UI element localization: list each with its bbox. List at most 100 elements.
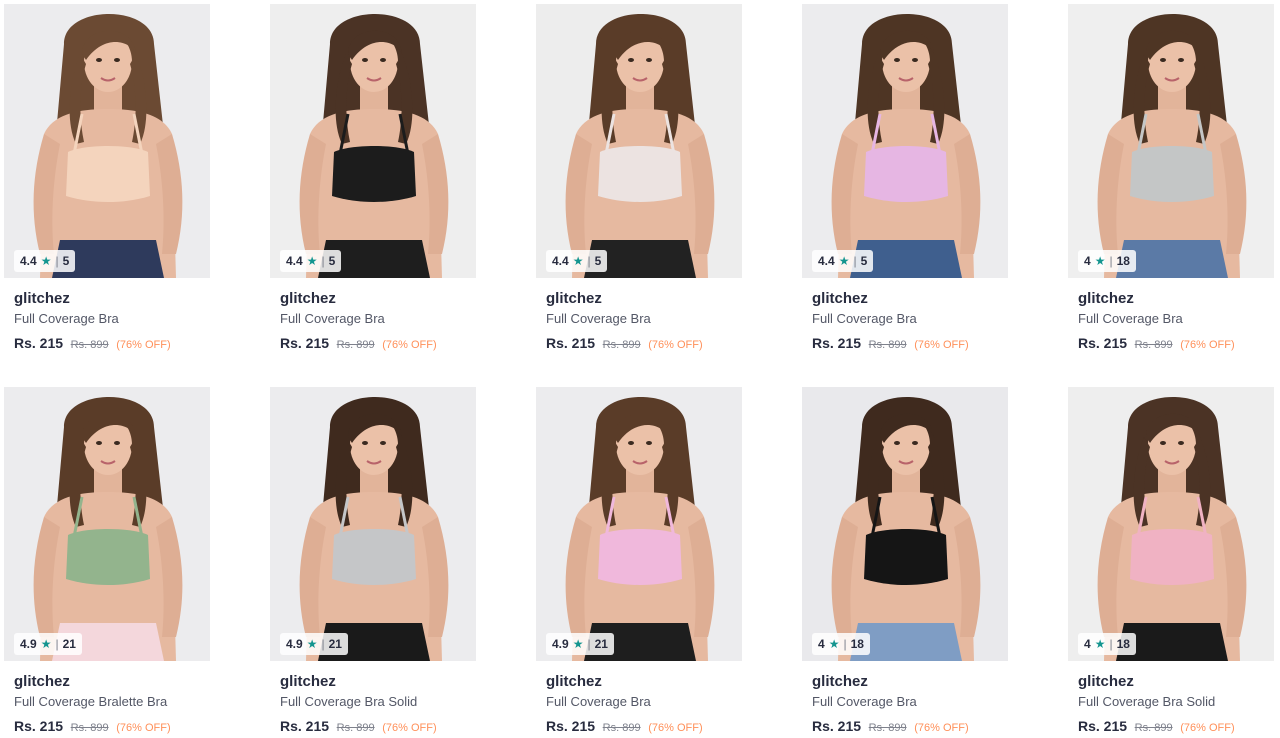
product-card[interactable]: 4.9 ★ | 21 glitchez Full Coverage Bra So… [270,387,480,734]
product-card[interactable]: 4.4 ★ | 5 glitchez Full Coverage Bra Rs.… [4,4,214,351]
rating-value: 4.9 [286,637,303,651]
product-card[interactable]: 4.9 ★ | 21 glitchez Full Coverage Bralet… [4,387,214,734]
product-name: Full Coverage Bra [546,311,651,326]
rating-count: 5 [594,254,602,268]
product-card[interactable]: 4 ★ | 18 glitchez Full Coverage Bra Soli… [1068,387,1278,734]
rating-value: 4 [818,637,825,651]
product-image[interactable]: 4.4 ★ | 5 [536,4,742,278]
product-image[interactable]: 4.4 ★ | 5 [4,4,210,278]
product-name: Full Coverage Bra [812,694,917,709]
rating-separator: | [587,637,591,651]
price-row: Rs. 215 Rs. 899 (76% OFF) [14,718,214,734]
product-mrp: Rs. 899 [1134,339,1173,351]
product-mrp: Rs. 899 [1134,722,1173,734]
product-name: Full Coverage Bra [812,311,917,326]
product-price: Rs. 215 [1078,335,1128,351]
star-icon: ★ [1094,254,1106,268]
star-icon: ★ [838,254,850,268]
rating-value: 4 [1084,637,1091,651]
product-price: Rs. 215 [1078,718,1128,734]
rating-count: 21 [62,637,76,651]
product-brand: glitchez [812,673,868,690]
product-image[interactable]: 4 ★ | 18 [802,387,1008,661]
product-discount: (76% OFF) [1180,339,1235,351]
rating-count: 5 [328,254,336,268]
rating-badge: 4.9 ★ | 21 [14,633,82,655]
product-discount: (76% OFF) [116,339,171,351]
price-row: Rs. 215 Rs. 899 (76% OFF) [1078,335,1278,351]
rating-count: 18 [850,637,864,651]
rating-separator: | [321,637,325,651]
product-price: Rs. 215 [280,335,330,351]
product-brand: glitchez [546,673,602,690]
rating-separator: | [853,254,857,268]
rating-badge: 4.9 ★ | 21 [280,633,348,655]
model-illustration [536,4,742,278]
product-image[interactable]: 4.9 ★ | 21 [270,387,476,661]
product-brand: glitchez [14,673,70,690]
product-image[interactable]: 4.4 ★ | 5 [802,4,1008,278]
product-discount: (76% OFF) [116,722,171,734]
product-mrp: Rs. 899 [602,722,641,734]
model-illustration [536,387,742,661]
product-mrp: Rs. 899 [70,339,109,351]
star-icon: ★ [1094,637,1106,651]
product-grid: 4.4 ★ | 5 glitchez Full Coverage Bra Rs.… [0,0,1280,738]
price-row: Rs. 215 Rs. 899 (76% OFF) [1078,718,1278,734]
rating-value: 4 [1084,254,1091,268]
product-name: Full Coverage Bra [280,311,385,326]
product-card[interactable]: 4.4 ★ | 5 glitchez Full Coverage Bra Rs.… [536,4,746,351]
rating-count: 5 [860,254,868,268]
product-mrp: Rs. 899 [868,722,907,734]
rating-badge: 4 ★ | 18 [812,633,870,655]
rating-separator: | [1109,637,1113,651]
rating-value: 4.9 [552,637,569,651]
product-discount: (76% OFF) [648,339,703,351]
model-illustration [4,4,210,278]
rating-separator: | [321,254,325,268]
product-card[interactable]: 4.4 ★ | 5 glitchez Full Coverage Bra Rs.… [270,4,480,351]
product-card[interactable]: 4 ★ | 18 glitchez Full Coverage Bra Rs. … [802,387,1012,734]
product-brand: glitchez [1078,290,1134,307]
product-price: Rs. 215 [14,718,64,734]
product-card[interactable]: 4.9 ★ | 21 glitchez Full Coverage Bra Rs… [536,387,746,734]
product-card[interactable]: 4.4 ★ | 5 glitchez Full Coverage Bra Rs.… [802,4,1012,351]
price-row: Rs. 215 Rs. 899 (76% OFF) [812,335,1012,351]
product-mrp: Rs. 899 [70,722,109,734]
rating-separator: | [843,637,847,651]
product-image[interactable]: 4.9 ★ | 21 [536,387,742,661]
rating-separator: | [55,637,59,651]
rating-count: 21 [328,637,342,651]
product-discount: (76% OFF) [1180,722,1235,734]
price-row: Rs. 215 Rs. 899 (76% OFF) [812,718,1012,734]
product-image[interactable]: 4 ★ | 18 [1068,387,1274,661]
rating-badge: 4.9 ★ | 21 [546,633,614,655]
product-brand: glitchez [280,673,336,690]
price-row: Rs. 215 Rs. 899 (76% OFF) [280,718,480,734]
product-image[interactable]: 4 ★ | 18 [1068,4,1274,278]
model-illustration [1068,387,1274,661]
product-brand: glitchez [1078,673,1134,690]
product-card[interactable]: 4 ★ | 18 glitchez Full Coverage Bra Rs. … [1068,4,1278,351]
product-discount: (76% OFF) [648,722,703,734]
rating-count: 21 [594,637,608,651]
product-discount: (76% OFF) [382,722,437,734]
product-image[interactable]: 4.9 ★ | 21 [4,387,210,661]
product-name: Full Coverage Bra Solid [1078,694,1216,709]
product-image[interactable]: 4.4 ★ | 5 [270,4,476,278]
price-row: Rs. 215 Rs. 899 (76% OFF) [14,335,214,351]
product-name: Full Coverage Bra [1078,311,1183,326]
product-price: Rs. 215 [812,335,862,351]
product-price: Rs. 215 [546,718,596,734]
star-icon: ★ [40,637,52,651]
product-price: Rs. 215 [812,718,862,734]
product-mrp: Rs. 899 [868,339,907,351]
rating-separator: | [587,254,591,268]
model-illustration [270,387,476,661]
star-icon: ★ [828,637,840,651]
product-mrp: Rs. 899 [602,339,641,351]
rating-value: 4.4 [552,254,569,268]
rating-badge: 4 ★ | 18 [1078,633,1136,655]
product-name: Full Coverage Bra [546,694,651,709]
model-illustration [1068,4,1274,278]
